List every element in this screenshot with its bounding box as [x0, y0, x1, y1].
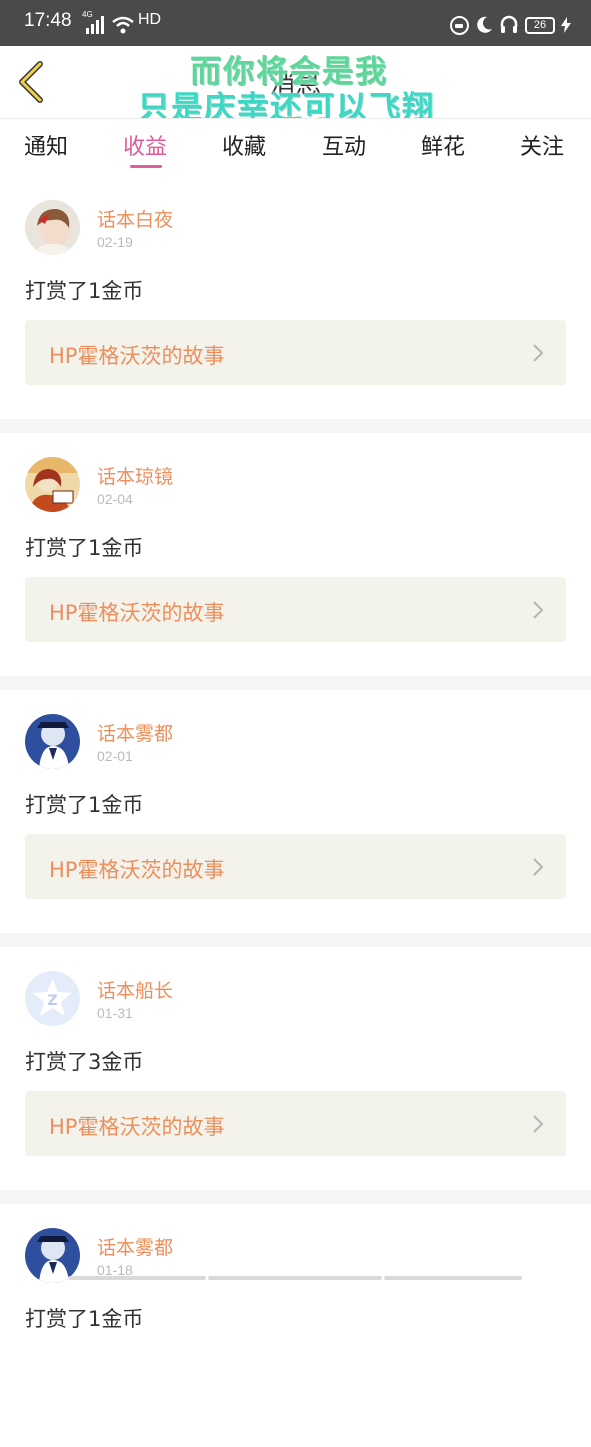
chevron-right-icon	[533, 601, 544, 619]
book-link[interactable]: HP霍格沃茨的故事	[25, 834, 566, 899]
user-name[interactable]: 话本琼镜	[97, 462, 173, 489]
moon-icon	[477, 16, 492, 33]
header: 消息 而你将会是我 只是庆幸还可以飞翔	[0, 46, 591, 126]
hd-indicator: HD	[138, 11, 162, 28]
svg-text:Z: Z	[47, 993, 57, 1009]
book-title: HP霍格沃茨的故事	[49, 858, 225, 882]
list-item: 话本琼镜 02-04 打赏了1金币 HP霍格沃茨的故事	[0, 433, 591, 676]
battery-icon: 26	[525, 16, 555, 34]
date-label: 02-01	[97, 748, 133, 764]
chevron-right-icon	[533, 344, 544, 362]
page-title: 消息	[269, 70, 322, 100]
signal-icon	[82, 16, 106, 34]
list-item: 话本白夜 02-19 打赏了1金币 HP霍格沃茨的故事	[0, 176, 591, 419]
tab-flowers[interactable]: 鲜花	[421, 129, 465, 161]
list-item: 话本雾都 02-01 打赏了1金币 HP霍格沃茨的故事	[0, 690, 591, 933]
user-name[interactable]: 话本白夜	[97, 205, 173, 232]
status-bar: 17:48 4G HD 26	[0, 0, 591, 46]
user-avatar[interactable]: Z	[25, 971, 80, 1026]
book-link[interactable]: HP霍格沃茨的故事	[25, 577, 566, 642]
tab-notifications[interactable]: 通知	[24, 129, 68, 161]
date-label: 01-31	[97, 1005, 133, 1021]
status-time: 17:48	[24, 10, 72, 31]
reward-message: 打赏了1金币	[25, 279, 144, 303]
book-link[interactable]: HP霍格沃茨的故事	[25, 1091, 566, 1156]
user-avatar[interactable]	[25, 457, 80, 512]
reward-message: 打赏了1金币	[25, 536, 144, 560]
tab-earnings[interactable]: 收益	[123, 129, 167, 161]
active-tab-indicator	[130, 165, 162, 168]
tab-bar: 通知 收益 收藏 互动 鲜花 关注	[0, 118, 591, 170]
user-avatar[interactable]	[25, 714, 80, 769]
headset-icon	[500, 15, 518, 33]
chevron-right-icon	[533, 858, 544, 876]
wifi-icon	[112, 16, 134, 34]
divider	[0, 933, 591, 947]
scroll-indicator	[0, 1274, 591, 1280]
user-avatar[interactable]	[25, 200, 80, 255]
book-title: HP霍格沃茨的故事	[49, 601, 225, 625]
reward-message: 打赏了3金币	[25, 1050, 144, 1074]
earnings-list: 话本白夜 02-19 打赏了1金币 HP霍格沃茨的故事 话本琼镜 02-04 打…	[0, 176, 591, 1447]
book-title: HP霍格沃茨的故事	[49, 1115, 225, 1139]
user-name[interactable]: 话本船长	[97, 976, 173, 1003]
date-label: 02-04	[97, 491, 133, 507]
tab-following[interactable]: 关注	[520, 129, 564, 161]
chevron-right-icon	[533, 1115, 544, 1133]
reward-message: 打赏了1金币	[25, 1307, 144, 1331]
list-item: 话本雾都 01-18 打赏了1金币	[0, 1204, 591, 1447]
list-item: Z 话本船长 01-31 打赏了3金币 HP霍格沃茨的故事	[0, 947, 591, 1190]
user-name[interactable]: 话本雾都	[97, 1233, 173, 1260]
divider	[0, 676, 591, 690]
user-name[interactable]: 话本雾都	[97, 719, 173, 746]
divider	[0, 1190, 591, 1204]
book-title: HP霍格沃茨的故事	[49, 344, 225, 368]
book-link[interactable]: HP霍格沃茨的故事	[25, 320, 566, 385]
charging-icon	[561, 17, 571, 33]
divider	[0, 419, 591, 433]
app-status-icon	[450, 15, 469, 35]
date-label: 02-19	[97, 234, 133, 250]
reward-message: 打赏了1金币	[25, 793, 144, 817]
tab-favorites[interactable]: 收藏	[222, 129, 266, 161]
tab-interactions[interactable]: 互动	[322, 129, 366, 161]
